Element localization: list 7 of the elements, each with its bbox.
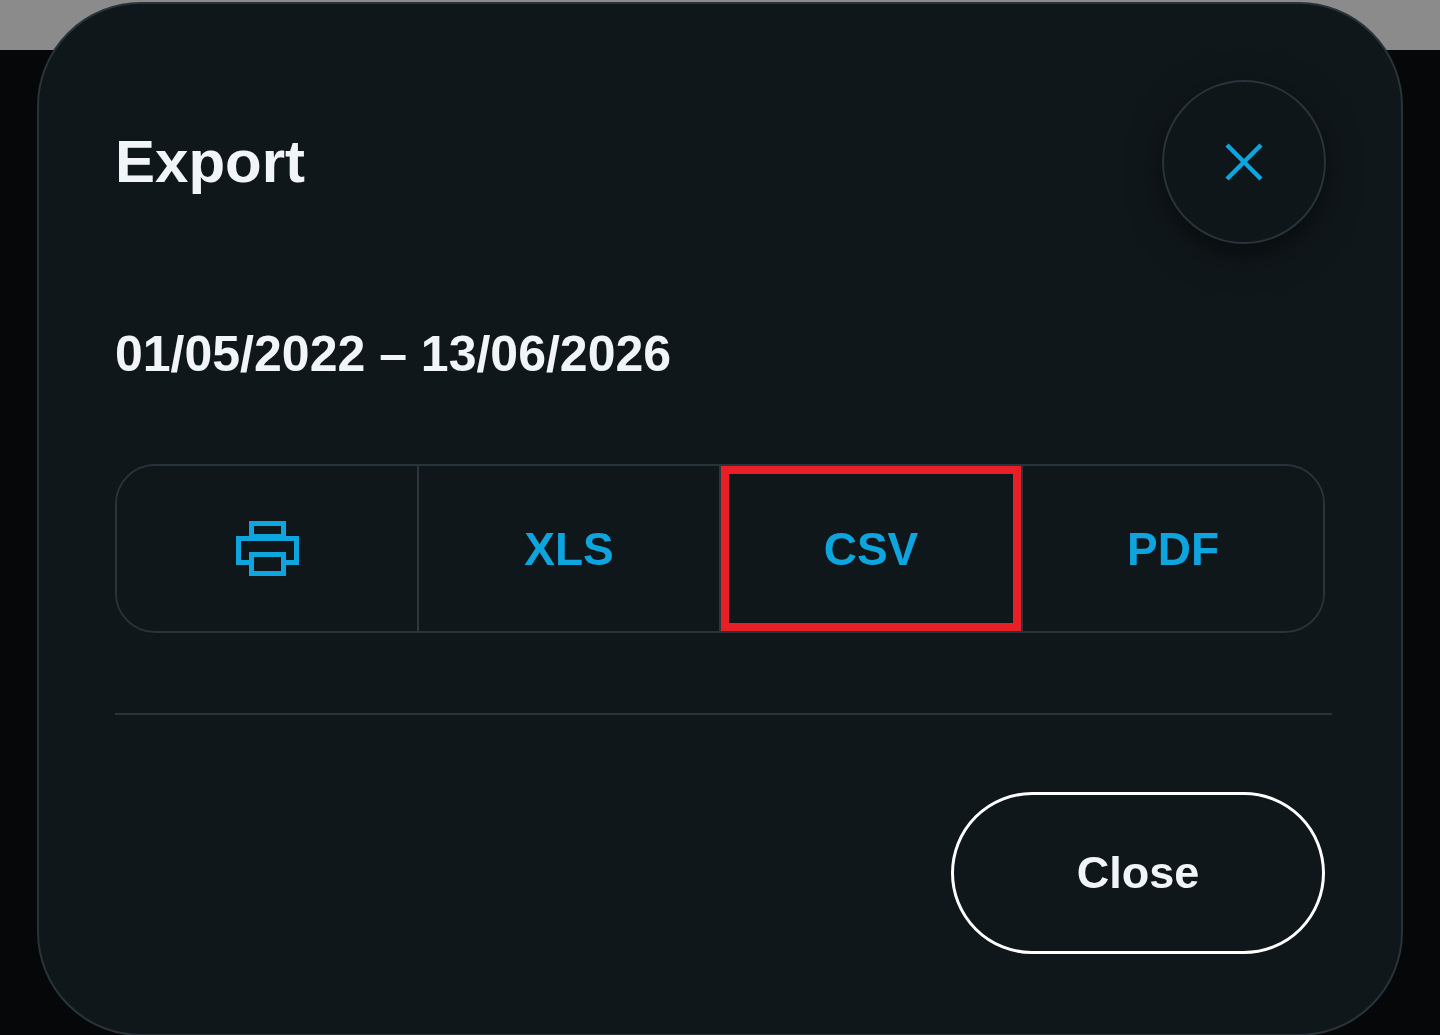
export-format-button[interactable]: CSV: [719, 466, 1021, 631]
dialog-title: Export: [115, 127, 306, 197]
printer-icon: [235, 521, 299, 576]
date-range-text: 01/05/2022 – 13/06/2026: [115, 325, 673, 384]
close-text-button[interactable]: Close: [951, 792, 1325, 954]
close-icon: [1224, 142, 1264, 182]
export-format-button[interactable]: PDF: [1021, 466, 1323, 631]
